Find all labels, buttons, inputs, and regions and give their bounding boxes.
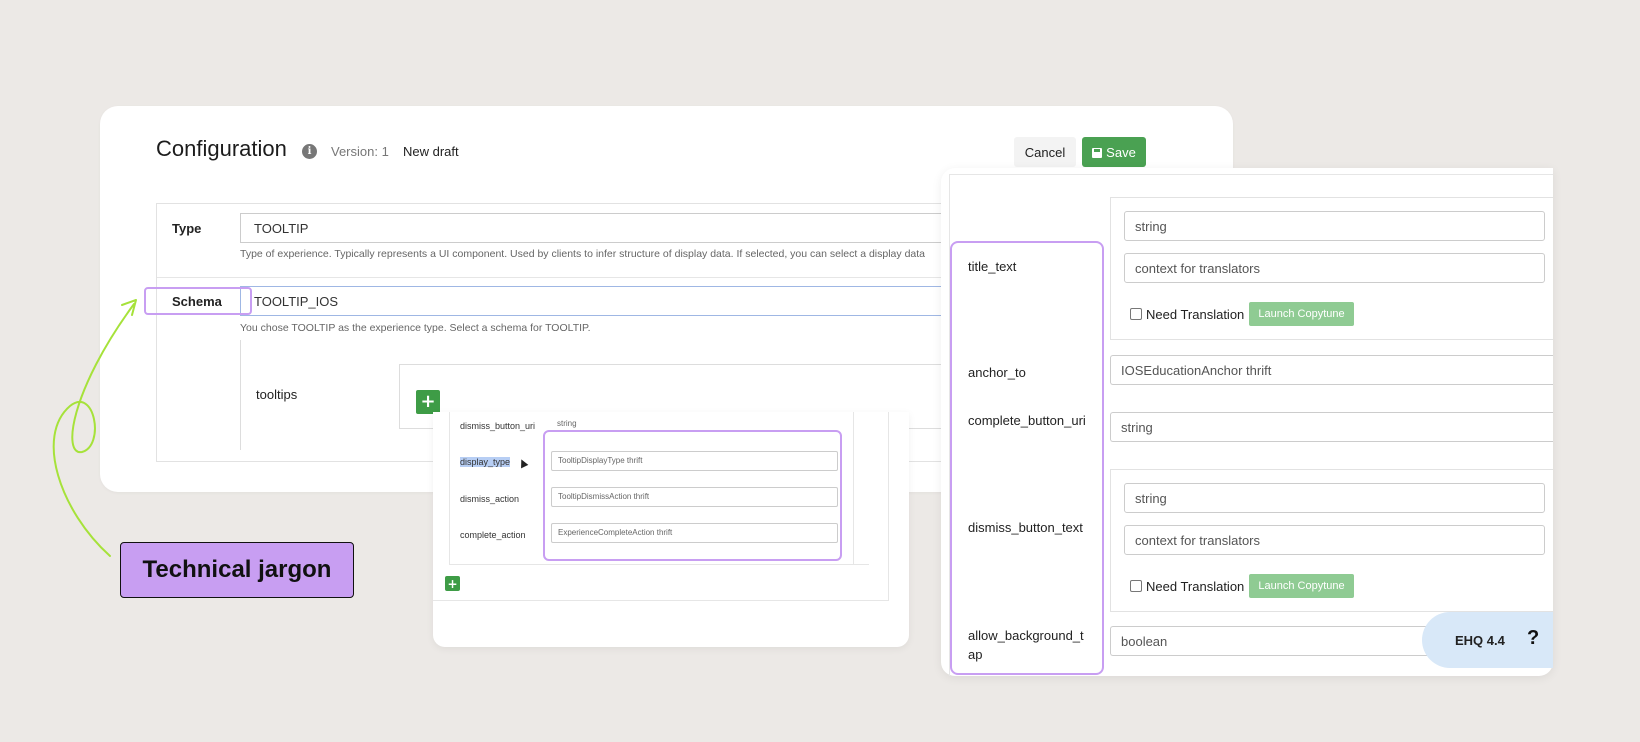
draft-label: New draft [403, 144, 459, 159]
fields-card-divider [433, 600, 889, 601]
title-copytune-button[interactable]: Launch Copytune [1249, 302, 1354, 326]
tooltips-label: tooltips [256, 387, 298, 402]
fields-frame-bottom [449, 564, 869, 565]
title-text-context-input[interactable]: context for translators [1124, 253, 1545, 283]
field-label-selected: display_type [460, 457, 511, 467]
field-labels-highlight [950, 241, 1104, 675]
schema-help-text: You chose TOOLTIP as the experience type… [240, 322, 591, 334]
dismiss-need-translation-label: Need Translation [1146, 579, 1245, 594]
type-select[interactable]: TOOLTIP [240, 213, 956, 243]
save-button[interactable]: Save [1082, 137, 1146, 167]
technical-jargon-callout: Technical jargon [120, 542, 354, 598]
page-title: Configuration [156, 136, 287, 161]
field-label: dismiss_button_uri [460, 421, 536, 431]
complete-button-uri-input[interactable]: string [1110, 412, 1553, 442]
dismiss-button-text-context-input[interactable]: context for translators [1124, 525, 1545, 555]
schema-select[interactable]: TOOLTIP_IOS [240, 286, 956, 316]
title-need-translation-label: Need Translation [1146, 307, 1245, 322]
field-label: complete_action [460, 530, 526, 540]
cancel-button[interactable]: Cancel [1014, 137, 1076, 167]
anchor-to-input[interactable]: IOSEducationAnchor thrift [1110, 355, 1553, 385]
save-icon [1092, 147, 1103, 158]
version-badge-label: EHQ 4.4 [1455, 633, 1505, 648]
type-help-text: Type of experience. Typically represents… [240, 248, 926, 260]
add-tooltip-button[interactable]: + [416, 390, 440, 414]
fields-frame-right [853, 412, 854, 564]
version-label: Version: 1 [331, 144, 389, 159]
help-icon[interactable]: ? [1527, 627, 1539, 650]
detail-top-rule [949, 174, 1553, 175]
dismiss-need-translation-checkbox[interactable] [1130, 580, 1142, 592]
row-divider [157, 277, 957, 278]
dismiss-button-text-input[interactable]: string [1124, 483, 1545, 513]
type-label: Type [172, 221, 202, 236]
tooltips-indent-line [240, 340, 241, 450]
dismiss-copytune-button[interactable]: Launch Copytune [1249, 574, 1354, 598]
add-field-button[interactable]: + [445, 576, 460, 591]
title-need-translation-checkbox[interactable] [1130, 308, 1142, 320]
annotation-arrow [52, 299, 137, 557]
fields-card-edge [888, 412, 889, 601]
schema-highlight [144, 287, 252, 315]
fields-highlight [543, 430, 842, 561]
fields-frame-left [449, 412, 450, 564]
field-label: dismiss_action [460, 494, 520, 504]
info-icon[interactable]: i [302, 144, 317, 159]
save-button-label: Save [1106, 144, 1136, 160]
title-text-input[interactable]: string [1124, 211, 1545, 241]
